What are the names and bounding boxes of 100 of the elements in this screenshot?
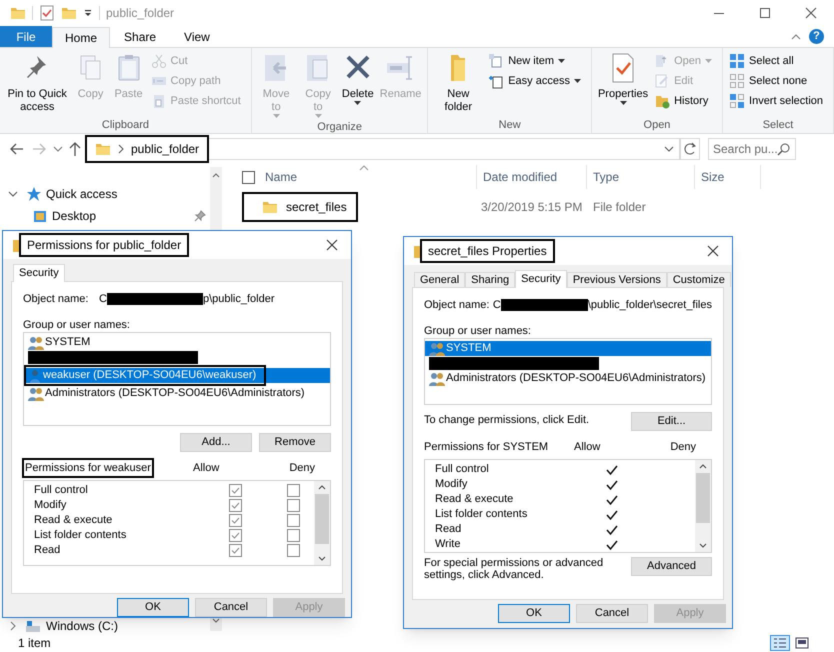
dialog-tab[interactable]: Security [515,270,567,288]
field-label: Object name: [424,298,490,313]
dialog-tab[interactable]: Security [13,264,65,282]
list-row[interactable]: SYSTEM [24,335,330,350]
file-menu-button[interactable]: File [0,26,52,47]
field-label: Object name: [23,292,90,307]
ribbon-button[interactable]: Properties [596,52,650,106]
scroll-down-icon[interactable] [318,556,326,562]
scroll-thumb[interactable] [696,473,710,523]
collapse-ribbon-icon[interactable] [791,32,801,40]
details-view-icon [773,636,787,648]
field-label: Group or user names: [424,324,532,337]
scrollbar[interactable] [314,481,330,565]
refresh-icon[interactable] [680,138,700,160]
object-path: p\public_folder [202,292,275,307]
select-all-icon [729,53,746,69]
dialog-button[interactable]: Add... [180,433,252,452]
nav-item[interactable]: Desktop [0,205,206,227]
ribbon-tab[interactable]: View [170,26,224,47]
ribbon-tab[interactable]: Home [52,27,110,48]
users-icon [28,336,44,350]
group-label: Select [762,118,794,133]
hint-text: To change permissions, click Edit. [424,413,590,428]
ribbon-button[interactable]: New folder [432,52,484,114]
nav-item[interactable]: Windows (C:) [0,619,206,633]
status-text: 1 item [18,634,51,652]
ribbon-button[interactable]: New item [486,52,583,70]
checkbox-icon[interactable] [229,544,242,557]
nav-item[interactable]: Quick access [0,183,206,205]
column-header[interactable]: Size [695,165,761,189]
scissors-icon [150,53,167,69]
ribbon-tab[interactable]: Share [110,26,170,47]
user-name: SYSTEM [45,335,90,350]
caret-icon [705,58,712,64]
scroll-up-icon[interactable] [318,484,326,490]
dialog-button[interactable]: Cancel [195,598,267,617]
search-field[interactable]: Search pu... [708,138,796,160]
checkbox-icon[interactable] [229,529,242,542]
users-icon [28,386,44,400]
list-row[interactable]: Administrators (DESKTOP-SO04EU6\Administrators) [24,386,330,401]
ribbon-button[interactable]: Easy access [486,72,583,90]
checkbox-icon[interactable] [287,529,300,542]
checkbox-icon[interactable] [287,499,300,512]
list-row[interactable]: SYSTEM [425,341,711,356]
checkbox-icon[interactable] [287,514,300,527]
pin-icon[interactable] [194,210,206,222]
column-header[interactable]: Date modified [477,165,587,189]
folder-icon [61,5,77,21]
column-label: Allow [574,440,600,455]
permission-name: List folder contents [435,507,528,522]
select-none-icon [729,73,746,89]
checkbox-icon[interactable] [242,170,255,184]
checkbox-icon[interactable] [229,484,242,497]
dialog-button[interactable]: Cancel [576,604,648,623]
view-button[interactable] [770,634,790,650]
user-list[interactable]: SYSTEM Administrators (DESKTOP-SO04EU6\Administrators) [424,338,712,405]
desktop-folder-icon [32,208,48,224]
dialog-button[interactable]: OK [117,598,189,617]
checkbox-icon[interactable] [287,544,300,557]
checklist-icon [39,5,55,21]
scrollbar[interactable] [695,460,711,552]
list-row[interactable]: weakuser (DESKTOP-SO04EU6\weakuser) [24,368,330,383]
user-list[interactable]: SYSTEM weakuser (DESKTOP-SO04EU6\weakuser) Administrators (DESKTOP-SO04EU6\Administrators) [23,332,331,426]
scroll-up-icon[interactable] [699,463,707,469]
scroll-up-icon[interactable] [212,171,220,179]
column-header[interactable]: Type [587,165,695,189]
scroll-down-icon[interactable] [212,617,220,625]
dialog-button[interactable]: Advanced [631,557,712,576]
history-icon [654,93,670,109]
column-header[interactable]: Name [259,165,477,189]
dialog-title: secret_files Properties [420,239,555,263]
folder-icon [262,199,278,215]
file-name[interactable]: secret_files [286,198,347,216]
ribbon-button[interactable]: Invert selection [727,92,825,110]
permission-name: Read [34,543,62,558]
checkbox-icon[interactable] [229,499,242,512]
scroll-down-icon[interactable] [699,543,707,549]
ribbon-button[interactable]: Select none [727,72,825,90]
up-arrow-icon[interactable] [68,140,82,158]
user-name: SYSTEM [446,341,492,356]
dialog-button[interactable]: OK [498,604,570,623]
column-label: Allow [193,460,220,476]
users-icon [429,372,445,386]
checkbox-icon[interactable] [229,514,242,527]
dropdown-icon[interactable] [83,8,93,18]
caret-icon [558,58,566,64]
dialog-button[interactable]: Remove [259,433,331,452]
ribbon-button[interactable]: Select all [727,52,825,70]
caret-icon [620,101,627,106]
checkbox-icon[interactable] [287,484,300,497]
dialog-button[interactable]: Edit... [631,412,712,431]
ribbon-button[interactable]: History [652,92,714,110]
help-button[interactable]: ? [809,29,824,44]
scroll-thumb[interactable] [315,494,329,544]
ribbon-button[interactable]: Delete [340,52,376,106]
object-path: \public_folder\secret_files [588,298,712,313]
caret-icon [574,78,581,84]
ribbon-button[interactable]: Pin to Quick access [4,52,71,114]
address-path[interactable]: public_folder [131,140,200,158]
type-cell-text: File folder [592,199,647,216]
